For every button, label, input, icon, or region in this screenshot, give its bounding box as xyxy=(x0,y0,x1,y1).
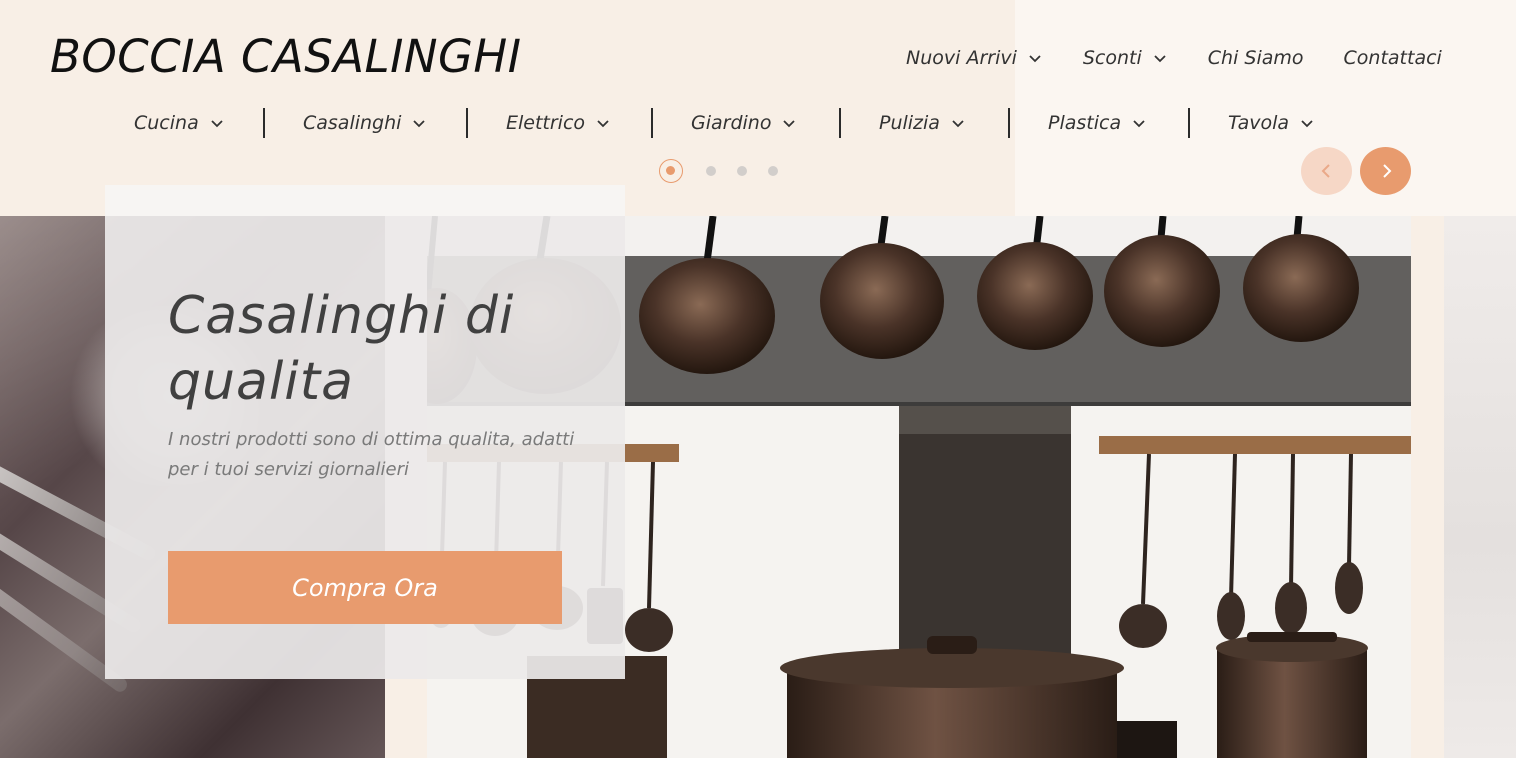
category-label: Tavola xyxy=(1228,112,1290,134)
hero-card: Casalinghi di qualita I nostri prodotti … xyxy=(105,185,625,679)
buy-now-button[interactable]: Compra Ora xyxy=(168,551,562,624)
category-label: Cucina xyxy=(134,112,199,134)
carousel-dot-fill xyxy=(666,166,675,175)
chevron-down-icon xyxy=(1029,55,1041,63)
top-navigation: Nuovi Arrivi Sconti Chi Siamo Contattaci xyxy=(906,47,1442,69)
category-label: Giardino xyxy=(691,112,772,134)
nav-item-label: Chi Siamo xyxy=(1207,47,1304,69)
carousel-dot-active[interactable] xyxy=(659,159,683,183)
carousel-prev-button[interactable] xyxy=(1301,147,1352,195)
category-divider xyxy=(1008,108,1010,138)
carousel-dot[interactable] xyxy=(737,166,747,176)
chevron-right-icon xyxy=(1382,164,1391,178)
brand-logo[interactable]: BOCCIA CASALINGHI xyxy=(50,30,522,83)
nav-item-label: Nuovi Arrivi xyxy=(906,47,1017,69)
chevron-down-icon xyxy=(1154,55,1166,63)
nav-item-sconti[interactable]: Sconti xyxy=(1083,47,1168,69)
category-label: Pulizia xyxy=(879,112,940,134)
carousel-dot[interactable] xyxy=(768,166,778,176)
chevron-down-icon xyxy=(783,120,796,128)
category-divider xyxy=(466,108,468,138)
chevron-down-icon xyxy=(1301,120,1313,128)
category-divider xyxy=(839,108,841,138)
category-divider xyxy=(263,108,265,138)
category-label: Elettrico xyxy=(506,112,586,134)
nav-item-chi-siamo[interactable]: Chi Siamo xyxy=(1208,47,1304,69)
category-label: Casalinghi xyxy=(303,112,402,134)
chevron-down-icon xyxy=(211,120,223,128)
nav-item-label: Contattaci xyxy=(1343,47,1442,69)
hero-side-image-right xyxy=(1444,216,1516,758)
category-divider xyxy=(1188,108,1190,138)
category-cucina[interactable]: Cucina xyxy=(134,108,225,138)
category-label: Plastica xyxy=(1048,112,1122,134)
category-divider xyxy=(651,108,653,138)
chevron-down-icon xyxy=(952,120,964,128)
category-navigation: Cucina Casalinghi Elettrico Giardino Pul… xyxy=(120,108,1340,138)
hero-card-top-band xyxy=(105,185,625,216)
category-tavola[interactable]: Tavola xyxy=(1228,108,1315,138)
carousel-next-button[interactable] xyxy=(1360,147,1411,195)
category-elettrico[interactable]: Elettrico xyxy=(506,108,611,138)
category-giardino[interactable]: Giardino xyxy=(691,108,797,138)
category-plastica[interactable]: Plastica xyxy=(1048,108,1147,138)
hero-subtitle: I nostri prodotti sono di ottima qualita… xyxy=(168,429,575,480)
chevron-left-icon xyxy=(1321,164,1330,178)
category-casalinghi[interactable]: Casalinghi xyxy=(303,108,427,138)
hero-title: Casalinghi di qualita xyxy=(168,286,515,412)
nav-item-nuovi-arrivi[interactable]: Nuovi Arrivi xyxy=(906,47,1043,69)
nav-item-contattaci[interactable]: Contattaci xyxy=(1344,47,1442,69)
carousel-dot[interactable] xyxy=(706,166,716,176)
category-pulizia[interactable]: Pulizia xyxy=(879,108,966,138)
chevron-down-icon xyxy=(597,120,609,128)
chevron-down-icon xyxy=(413,120,426,128)
nav-item-label: Sconti xyxy=(1082,47,1142,69)
chevron-down-icon xyxy=(1133,120,1145,128)
